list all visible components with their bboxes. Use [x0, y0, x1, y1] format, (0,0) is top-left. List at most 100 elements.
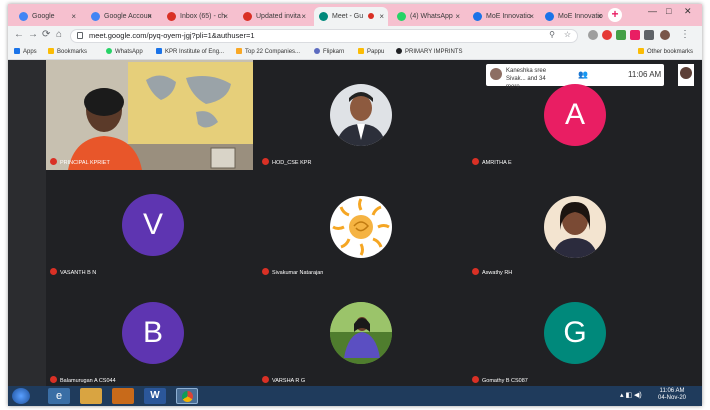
participant-tile-aswathy[interactable]: Aswathy RH [468, 170, 675, 280]
other-bookmarks[interactable]: Other bookmarks [638, 48, 693, 55]
avatar [680, 67, 692, 79]
muted-icon [50, 268, 57, 275]
bookmark-primary-imprints[interactable]: PRIMARY IMPRINTS [396, 48, 462, 55]
back-icon[interactable]: ← [14, 29, 24, 40]
menu-icon[interactable]: ⋮ [680, 29, 690, 40]
bookmark-label: PRIMARY IMPRINTS [405, 49, 463, 55]
tab-google-account[interactable]: Google Accoun × [86, 7, 156, 26]
close-icon[interactable]: × [223, 7, 228, 26]
muted-icon [262, 376, 269, 383]
participant-tile-hod-cse[interactable]: HOD_CSE KPR [258, 60, 465, 170]
participant-name: Aswathy RH [472, 268, 512, 276]
close-icon[interactable]: × [301, 7, 306, 26]
muted-icon [50, 376, 57, 383]
bookmark-whatsapp[interactable]: WhatsApp [106, 48, 143, 55]
tab-meet[interactable]: Meet - Gu × [314, 7, 388, 26]
close-window-icon[interactable]: ✕ [684, 6, 692, 17]
participant-tile-balamurugan[interactable]: B Balamurugan A CS044 [46, 278, 253, 388]
bookmark-label: Flipkarn [323, 49, 345, 55]
close-icon[interactable]: × [529, 7, 534, 26]
participant-tile-gomathy[interactable]: G Gomathy B CS087 [468, 278, 675, 388]
participant-name: Sivakumar Natarajan [262, 268, 323, 276]
media-player-icon[interactable] [112, 388, 134, 404]
bookmark-kpr[interactable]: KPR Institute of Eng... [156, 48, 224, 55]
participant-name: Balamurugan A CS044 [50, 376, 116, 384]
tab-google[interactable]: Google × [14, 7, 80, 26]
reload-icon[interactable]: ⟳ [42, 29, 50, 40]
new-tab-button[interactable]: + [608, 8, 622, 22]
avatar-letter: G [544, 302, 606, 364]
name-text: VASANTH B N [60, 270, 97, 276]
check-extension-icon[interactable] [616, 30, 626, 40]
participant-name: Gomathy B CS087 [472, 376, 528, 384]
search-icon[interactable]: ⚲ [549, 30, 555, 39]
bookmark-label: KPR Institute of Eng... [165, 49, 225, 55]
tab-label: Updated invita [256, 13, 301, 20]
recording-icon [368, 13, 374, 19]
minimize-icon[interactable]: — [648, 6, 657, 16]
tab-moe-innovation-1[interactable]: MoE Innovatio × [468, 7, 538, 26]
bookmark-apps[interactable]: Apps [14, 48, 37, 55]
imprints-icon [396, 48, 402, 54]
cast-icon[interactable] [644, 30, 654, 40]
word-icon[interactable]: W [144, 388, 166, 404]
chrome-icon[interactable] [176, 388, 198, 404]
participant-tile-vasanth[interactable]: V VASANTH B N [46, 170, 253, 280]
bookmark-label: Top 22 Companies... [245, 49, 301, 55]
star-icon [48, 48, 54, 54]
tab-strip: Google × Google Accoun × Inbox (65) - ch × … [8, 4, 702, 26]
close-icon[interactable]: × [71, 7, 76, 26]
extension-icon[interactable] [588, 30, 598, 40]
star-icon[interactable]: ☆ [564, 30, 571, 39]
tray-icons[interactable]: ▴ ◧ ◀) [620, 391, 642, 399]
windows-taskbar: e W ▴ ◧ ◀) 11:06 AM 04-Nov-20 [8, 386, 702, 406]
tab-label: MoE Innovatio [558, 13, 603, 20]
browser-window: Google × Google Accoun × Inbox (65) - ch × … [8, 4, 702, 406]
kpr-icon [156, 48, 162, 54]
address-bar[interactable]: meet.google.com/pyq-oyem-jgj?pli=1&authu… [70, 29, 578, 43]
home-icon[interactable]: ⌂ [56, 29, 62, 40]
participant-tile-video[interactable]: PRINCIPAL KPRIET [46, 60, 253, 170]
tab-label: Google [32, 13, 55, 20]
whatsapp-icon [106, 48, 112, 54]
pink-extension-icon[interactable] [630, 30, 640, 40]
close-icon[interactable]: × [147, 7, 152, 26]
close-icon[interactable]: × [597, 7, 602, 26]
avatar-letter: B [122, 302, 184, 364]
muted-icon [472, 268, 479, 275]
bookmark-flipkarn[interactable]: Flipkarn [314, 48, 344, 55]
record-extension-icon[interactable] [602, 30, 612, 40]
world-map [128, 62, 253, 144]
folder-icon [638, 48, 644, 54]
left-gutter [8, 60, 46, 386]
bookmarks-bar: Apps Bookmarks WhatsApp KPR Institute of… [8, 46, 702, 60]
url-text[interactable]: meet.google.com/pyq-oyem-jgj?pli=1&authu… [89, 31, 255, 40]
profile-avatar[interactable] [660, 30, 670, 40]
participant-tile-amritha[interactable]: A AMRITHA E [468, 60, 675, 170]
participant-tile-sivakumar[interactable]: Sivakumar Natarajan [258, 170, 465, 280]
tab-whatsapp[interactable]: (4) WhatsApp × [392, 7, 464, 26]
file-explorer-icon[interactable] [80, 388, 102, 404]
self-view-mini[interactable] [678, 64, 694, 86]
bookmark-top-22[interactable]: Top 22 Companies... [236, 48, 300, 55]
maximize-icon[interactable]: □ [666, 6, 671, 16]
ie-icon[interactable]: e [48, 388, 70, 404]
taskbar-clock[interactable]: 11:06 AM 04-Nov-20 [658, 388, 686, 402]
participant-tile-varsha[interactable]: VARSHA R G [258, 278, 465, 388]
tab-label: Inbox (65) - ch [180, 13, 226, 20]
tab-inbox[interactable]: Inbox (65) - ch × [162, 7, 232, 26]
tab-updated-invitation[interactable]: Updated invita × [238, 7, 310, 26]
start-button[interactable] [12, 388, 30, 404]
meet-call-area: Kaneshka sree Sivak... and 34 more 👥 11:… [8, 60, 702, 386]
apps-icon [14, 48, 20, 54]
close-icon[interactable]: × [455, 7, 460, 26]
bookmark-pappu[interactable]: Pappu [358, 48, 384, 55]
participant-name: HOD_CSE KPR [262, 158, 311, 166]
check-icon [473, 12, 482, 21]
bookmark-bookmarks[interactable]: Bookmarks [48, 48, 87, 55]
tab-moe-innovation-2[interactable]: MoE Innovatio × [540, 7, 606, 26]
close-icon[interactable]: × [379, 7, 384, 26]
muted-icon [262, 268, 269, 275]
google-icon [19, 12, 28, 21]
forward-icon[interactable]: → [28, 29, 38, 40]
